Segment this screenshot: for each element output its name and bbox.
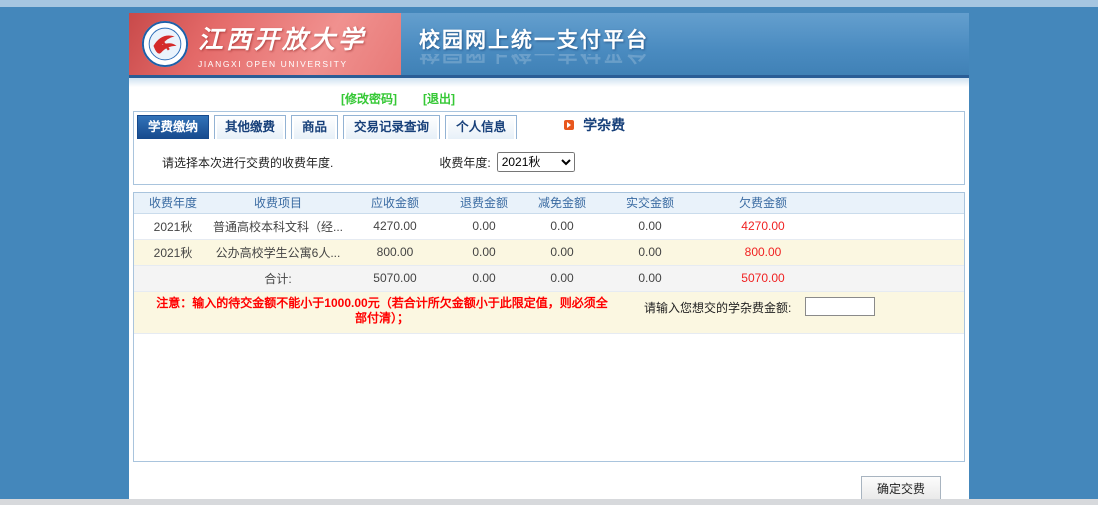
table-row: 2021秋 公办高校学生公寓6人... 800.00 0.00 0.00 0.0… [134,239,965,265]
section-badge-label: 学杂费 [583,115,625,135]
cell-paid: 0.00 [602,239,698,265]
cell-reduction: 0.00 [522,239,602,265]
university-names: 江西开放大学 JIANGXI OPEN UNIVERSITY [198,20,366,69]
fee-table: 收费年度 收费项目 应收金额 退费金额 减免金额 实交金额 欠费金额 2021 [134,193,965,292]
top-strip [0,0,1098,7]
cell-receivable: 5070.00 [344,265,446,291]
col-header-year: 收费年度 [134,193,212,213]
logout-link[interactable]: [退出] [423,90,455,107]
platform-title-reflection: 校园网上统一支付平台 [419,54,969,69]
table-header-row: 收费年度 收费项目 应收金额 退费金额 减免金额 实交金额 欠费金额 [134,193,965,213]
minimum-amount-warning: 注意：输入的待交金额不能小于1000.00元（若合计所欠金额小于此限定值，则必须… [156,296,608,326]
fee-amount-input[interactable] [805,297,875,316]
tab-section: 学费缴纳 其他缴费 商品 交易记录查询 个人信息 学杂费 请选择本次进行交费的收… [133,111,965,185]
cell-receivable: 800.00 [344,239,446,265]
header-banner: 江西开放大学 JIANGXI OPEN UNIVERSITY 校园网上统一支付平… [129,13,969,75]
year-select-row: 请选择本次进行交费的收费年度. 收费年度: 2021秋 [134,152,964,172]
change-password-link[interactable]: [修改密码] [341,90,397,107]
fee-year-select[interactable]: 2021秋 [497,152,575,172]
cell-refund: 0.00 [446,213,522,239]
col-header-paid: 实交金额 [602,193,698,213]
cell-year: 2021秋 [134,239,212,265]
university-name-en: JIANGXI OPEN UNIVERSITY [198,59,366,69]
content-panel: [修改密码] [退出] 学费缴纳 其他缴费 商品 交易记录查询 个人信息 学杂费 [129,78,969,499]
cell-item: 普通高校本科文科（经... [212,213,344,239]
col-header-filler [828,193,965,213]
tab-personal-info[interactable]: 个人信息 [445,115,517,139]
col-header-reduction: 减免金额 [522,193,602,213]
confirm-payment-button[interactable]: 确定交费 [861,476,941,501]
cell-item: 公办高校学生公寓6人... [212,239,344,265]
cell-year [134,265,212,291]
fee-amount-input-label: 请输入您想交的学杂费金额: [644,296,791,316]
tab-other-payment[interactable]: 其他缴费 [214,115,286,139]
bottom-strip [0,499,1098,505]
university-name-cn: 江西开放大学 [198,20,366,56]
col-header-refund: 退费金额 [446,193,522,213]
footer-actions: 确定交费 [129,476,969,501]
cell-refund: 0.00 [446,265,522,291]
col-header-receivable: 应收金额 [344,193,446,213]
tab-bar: 学费缴纳 其他缴费 商品 交易记录查询 个人信息 学杂费 [134,112,964,139]
fee-table-section: 收费年度 收费项目 应收金额 退费金额 减免金额 实交金额 欠费金额 2021 [133,192,965,462]
cell-year: 2021秋 [134,213,212,239]
year-select-prompt: 请选择本次进行交费的收费年度. [162,154,333,171]
payment-notice-row: 注意：输入的待交金额不能小于1000.00元（若合计所欠金额小于此限定值，则必须… [134,292,964,334]
platform-title-area: 校园网上统一支付平台 校园网上统一支付平台 [401,13,969,75]
cell-owed: 800.00 [698,239,828,265]
cell-total-label: 合计: [212,265,344,291]
year-select-label: 收费年度: [439,154,490,171]
account-links-row: [修改密码] [退出] [129,87,969,109]
cell-reduction: 0.00 [522,213,602,239]
section-badge: 学杂费 [564,115,625,135]
tab-tuition-payment[interactable]: 学费缴纳 [137,115,209,139]
tab-transaction-history[interactable]: 交易记录查询 [343,115,440,139]
section-bullet-icon [564,120,574,130]
warning-prefix: 注意：输入的待交金额不能小于 [156,296,324,310]
platform-title: 校园网上统一支付平台 [419,24,969,54]
tab-goods[interactable]: 商品 [291,115,338,139]
university-logo-icon [141,20,189,68]
cell-owed: 5070.00 [698,265,828,291]
fade-strip [129,78,969,87]
cell-refund: 0.00 [446,239,522,265]
table-row: 2021秋 普通高校本科文科（经... 4270.00 0.00 0.00 0.… [134,213,965,239]
page-background: 江西开放大学 JIANGXI OPEN UNIVERSITY 校园网上统一支付平… [0,0,1098,499]
cell-paid: 0.00 [602,265,698,291]
cell-reduction: 0.00 [522,265,602,291]
university-banner: 江西开放大学 JIANGXI OPEN UNIVERSITY [129,13,401,75]
main-container: 江西开放大学 JIANGXI OPEN UNIVERSITY 校园网上统一支付平… [129,13,969,499]
table-total-row: 合计: 5070.00 0.00 0.00 0.00 5070.00 [134,265,965,291]
cell-paid: 0.00 [602,213,698,239]
warning-amount: 1000.00 [324,296,367,310]
warning-suffix: 元（若合计所欠金额小于此限定值，则必须全部付清）； [355,296,608,325]
col-header-owed: 欠费金额 [698,193,828,213]
cell-receivable: 4270.00 [344,213,446,239]
cell-owed: 4270.00 [698,213,828,239]
col-header-item: 收费项目 [212,193,344,213]
